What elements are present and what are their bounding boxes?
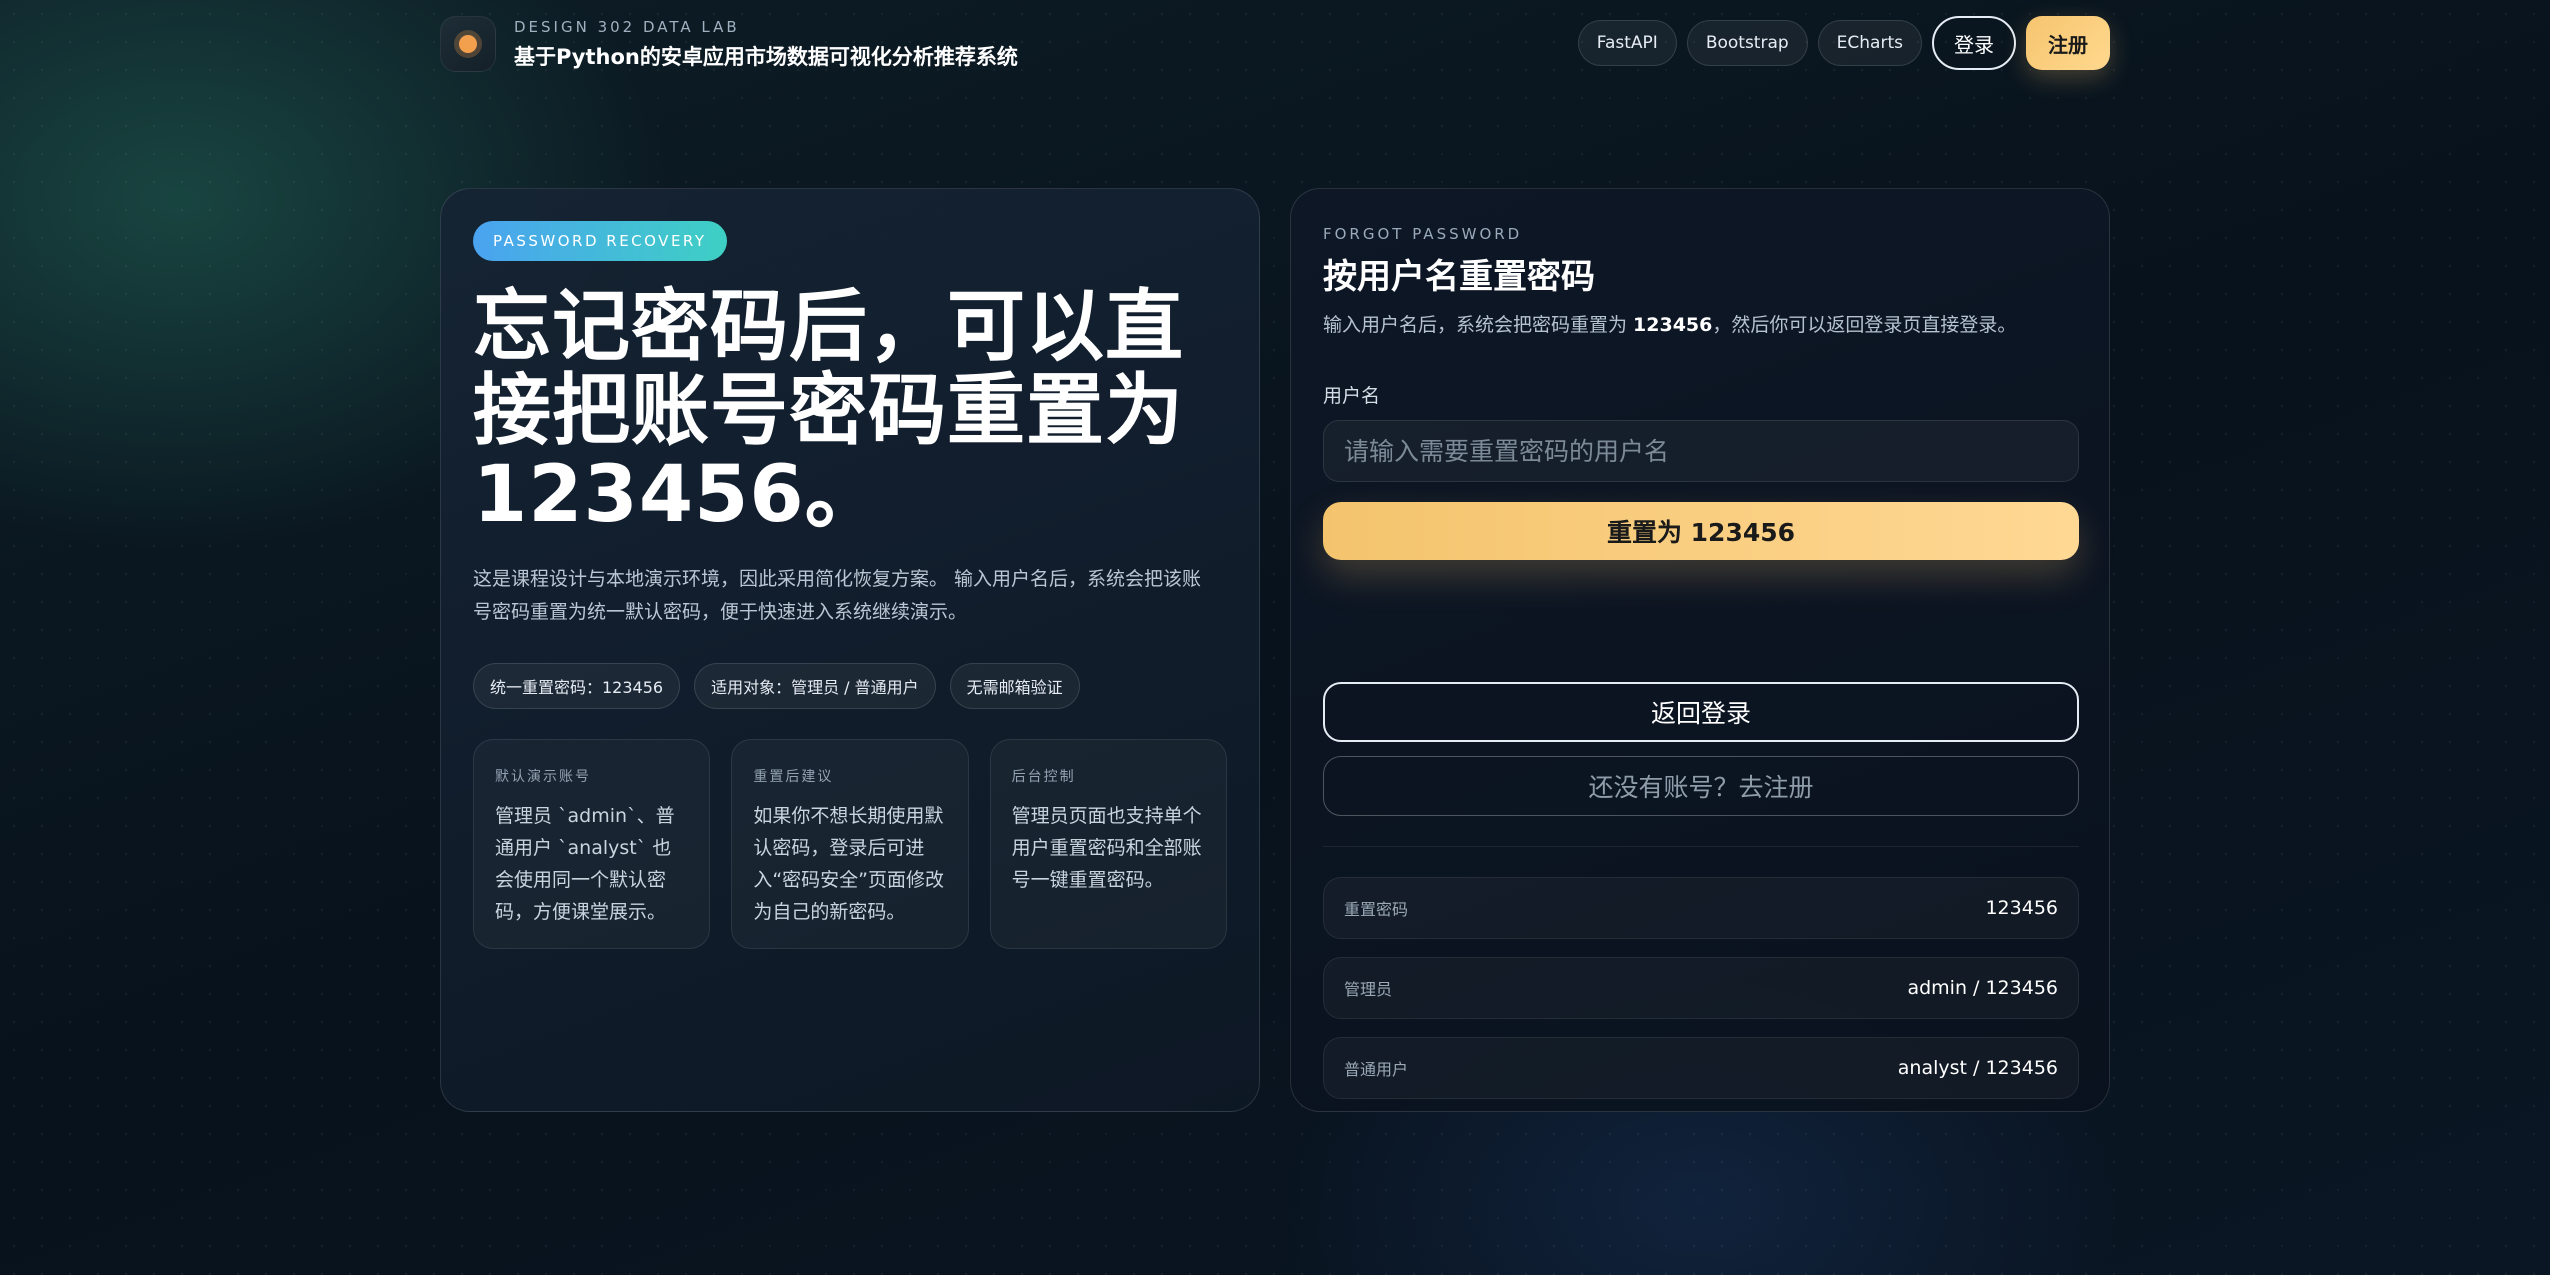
credential-row-reset-password: 重置密码 123456 — [1323, 877, 2079, 939]
credential-value: 123456 — [1985, 897, 2058, 919]
credential-label: 重置密码 — [1344, 900, 1409, 919]
info-body: 管理员 `admin`、普通用户 `analyst` 也会使用同一个默认密码，方… — [495, 805, 675, 923]
info-kicker: 重置后建议 — [753, 769, 834, 785]
form-title: 按用户名重置密码 — [1323, 257, 1595, 297]
credential-row-user: 普通用户 analyst / 123456 — [1323, 1037, 2079, 1099]
tag-reset-password: 统一重置密码：123456 — [473, 663, 681, 709]
recovery-info-card: PASSWORD RECOVERY 忘记密码后，可以直接把账号密码重置为 123… — [440, 188, 1260, 1112]
credential-value: analyst / 123456 — [1897, 1057, 2058, 1079]
top-nav: FastAPI Bootstrap ECharts 登录 注册 — [1577, 16, 2110, 70]
desc-suffix: ，然后你可以返回登录页直接登录。 — [1712, 314, 2017, 336]
credential-value: admin / 123456 — [1907, 977, 2058, 999]
info-kicker: 默认演示账号 — [495, 769, 591, 785]
brand-logo-icon — [440, 16, 496, 72]
tag-target-users: 适用对象：管理员 / 普通用户 — [694, 663, 936, 709]
info-card-admin-control: 后台控制 管理员页面也支持单个用户重置密码和全部账号一键重置密码。 — [989, 739, 1227, 949]
nav-chip-echarts[interactable]: ECharts — [1817, 20, 1922, 66]
login-button[interactable]: 登录 — [1932, 16, 2016, 70]
recovery-badge: PASSWORD RECOVERY — [473, 221, 727, 261]
brand-title: 基于Python的安卓应用市场数据可视化分析推荐系统 — [514, 44, 1018, 69]
credential-label: 管理员 — [1344, 980, 1393, 999]
register-button[interactable]: 注册 — [2026, 16, 2110, 70]
info-card-demo-accounts: 默认演示账号 管理员 `admin`、普通用户 `analyst` 也会使用同一… — [473, 739, 711, 949]
form-kicker: FORGOT PASSWORD — [1323, 225, 1523, 243]
form-description: 输入用户名后，系统会把密码重置为 123456，然后你可以返回登录页直接登录。 — [1323, 310, 2077, 337]
brand-text: DESIGN 302 DATA LAB 基于Python的安卓应用市场数据可视化… — [514, 18, 1018, 71]
go-register-button[interactable]: 还没有账号？去注册 — [1323, 756, 2079, 816]
divider — [1323, 846, 2079, 847]
info-kicker: 后台控制 — [1011, 769, 1076, 785]
back-to-login-button[interactable]: 返回登录 — [1323, 682, 2079, 742]
reset-form-card: FORGOT PASSWORD 按用户名重置密码 输入用户名后，系统会把密码重置… — [1290, 188, 2110, 1112]
info-body: 管理员页面也支持单个用户重置密码和全部账号一键重置密码。 — [1011, 805, 1202, 891]
desc-password-value: 123456 — [1633, 314, 1713, 336]
credentials-list: 重置密码 123456 管理员 admin / 123456 普通用户 anal… — [1323, 877, 2079, 1099]
info-grid: 默认演示账号 管理员 `admin`、普通用户 `analyst` 也会使用同一… — [473, 739, 1227, 949]
logo-dot — [459, 35, 477, 53]
brand: DESIGN 302 DATA LAB 基于Python的安卓应用市场数据可视化… — [440, 16, 1018, 72]
hero-title: 忘记密码后，可以直接把账号密码重置为 123456。 — [473, 282, 1185, 540]
top-bar: DESIGN 302 DATA LAB 基于Python的安卓应用市场数据可视化… — [440, 16, 2110, 72]
desc-prefix: 输入用户名后，系统会把密码重置为 — [1323, 314, 1634, 336]
tag-list: 统一重置密码：123456 适用对象：管理员 / 普通用户 无需邮箱验证 — [473, 663, 1227, 709]
brand-kicker: DESIGN 302 DATA LAB — [514, 17, 740, 36]
username-label: 用户名 — [1323, 385, 1381, 407]
reset-password-button[interactable]: 重置为 123456 — [1323, 502, 2079, 560]
username-input[interactable] — [1323, 420, 2079, 482]
nav-chip-fastapi[interactable]: FastAPI — [1577, 20, 1677, 66]
nav-chip-bootstrap[interactable]: Bootstrap — [1686, 20, 1808, 66]
credential-label: 普通用户 — [1344, 1060, 1409, 1079]
info-body: 如果你不想长期使用默认密码，登录后可进入“密码安全”页面修改为自己的新密码。 — [753, 805, 945, 923]
info-card-after-reset: 重置后建议 如果你不想长期使用默认密码，登录后可进入“密码安全”页面修改为自己的… — [731, 739, 969, 949]
hero-description: 这是课程设计与本地演示环境，因此采用简化恢复方案。 输入用户名后，系统会把该账号… — [473, 568, 1202, 623]
tag-no-email: 无需邮箱验证 — [949, 663, 1080, 709]
credential-row-admin: 管理员 admin / 123456 — [1323, 957, 2079, 1019]
